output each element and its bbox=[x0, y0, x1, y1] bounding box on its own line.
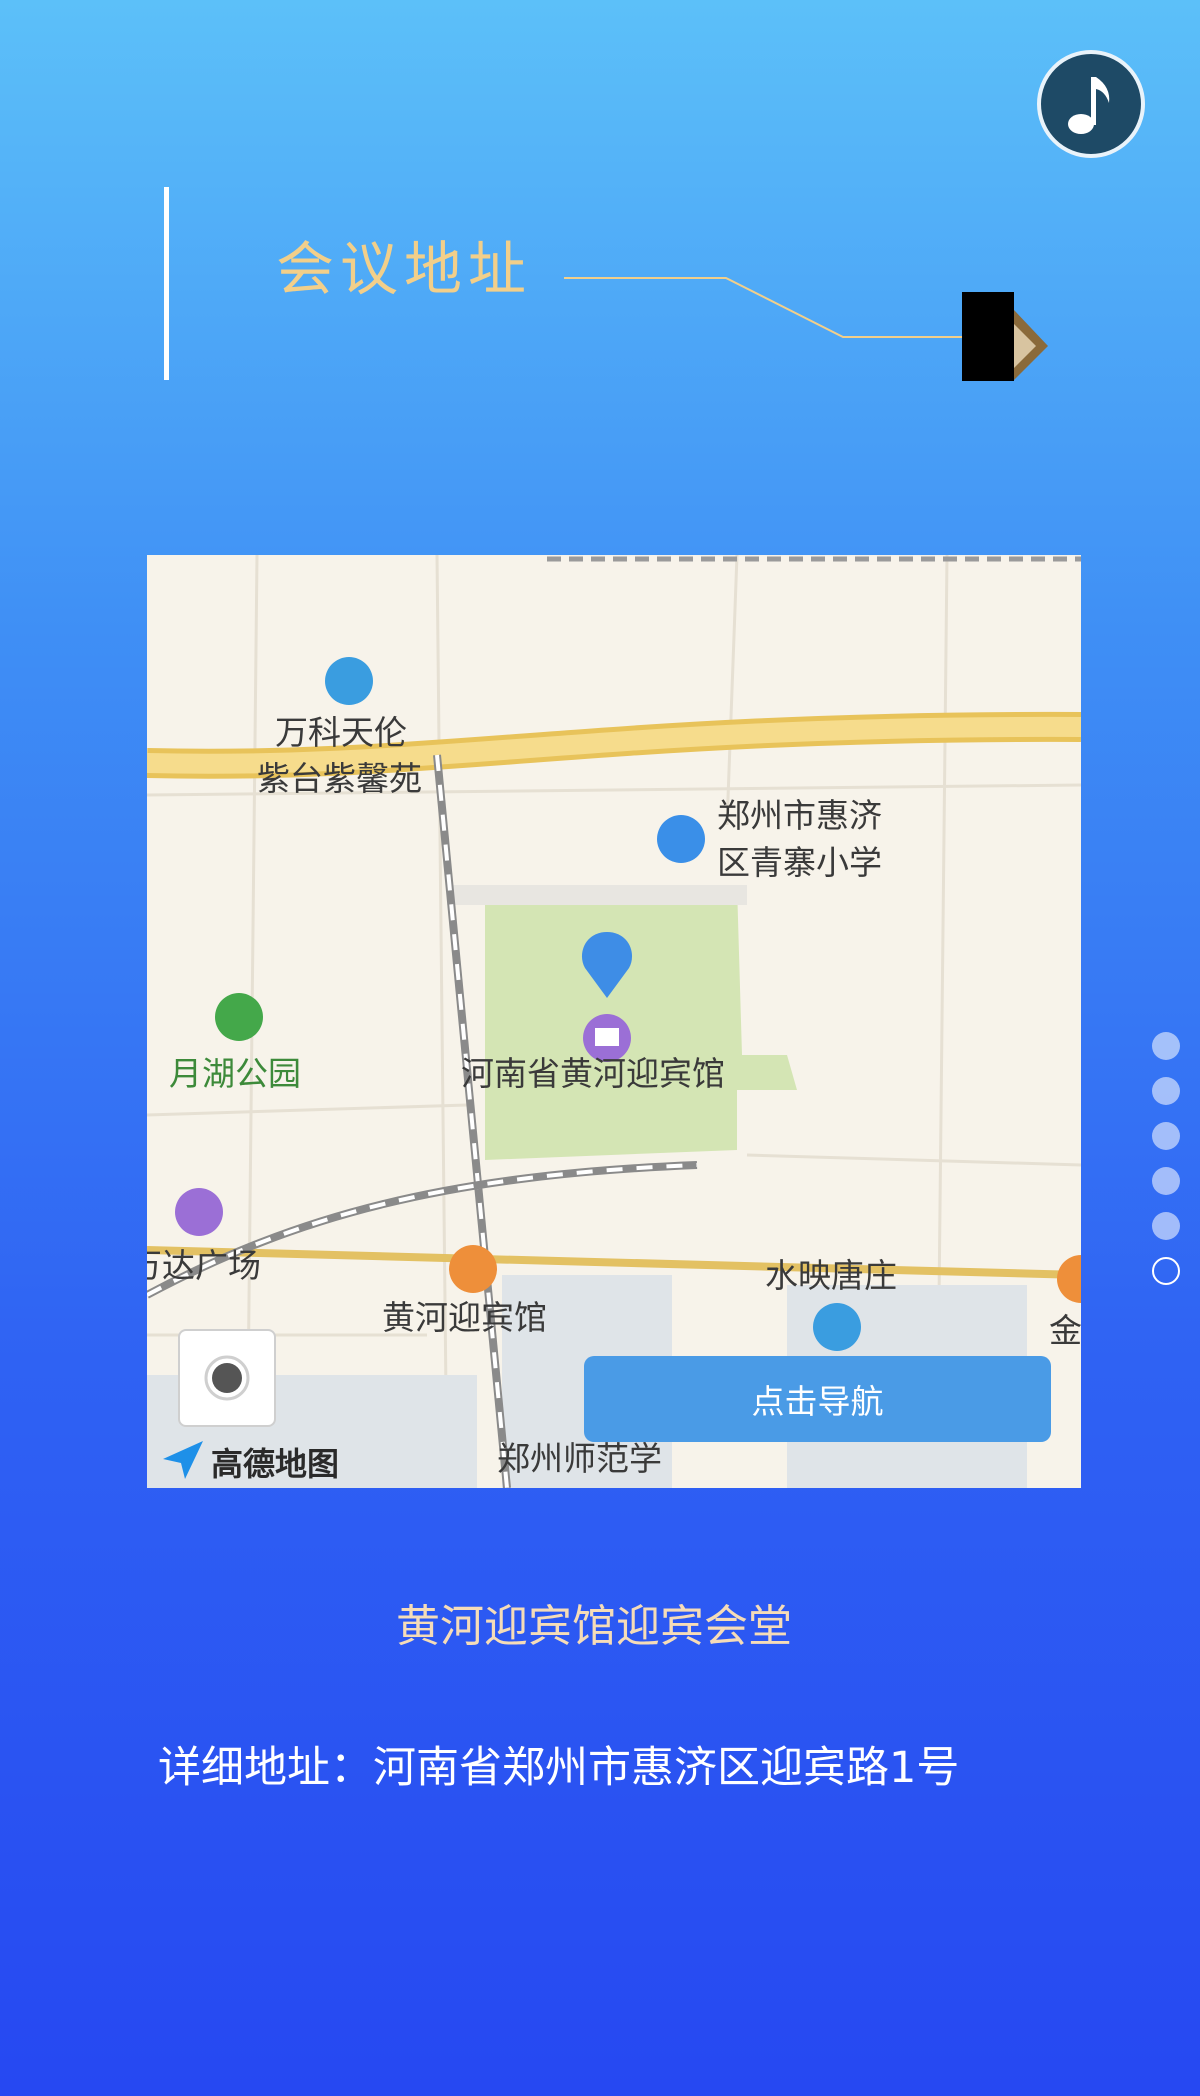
map-label-jin: 金 bbox=[1049, 1311, 1081, 1350]
map-label-hotel-station: 黄河迎宾馆 bbox=[382, 1298, 547, 1337]
locate-icon bbox=[204, 1355, 250, 1401]
map-label-hotel-main: 河南省黄河迎宾馆 bbox=[461, 1054, 725, 1093]
map-label-school-line2: 区青寨小学 bbox=[717, 843, 882, 882]
venue-address: 详细地址：河南省郑州市惠济区迎宾路1号 bbox=[158, 1743, 960, 1793]
shopping-poi-icon bbox=[175, 1188, 223, 1236]
map-view[interactable]: 万科天伦 紫台紫馨苑 郑州市惠济 区青寨小学 月湖公园 河南省黄河迎宾馆 万达广… bbox=[147, 555, 1081, 1488]
arrow-decoration-icon bbox=[1014, 310, 1048, 380]
page-dot-1[interactable] bbox=[1152, 1032, 1180, 1060]
subway-station-icon bbox=[449, 1245, 497, 1293]
map-label-wanda: 万达广场 bbox=[147, 1246, 261, 1285]
building-poi-icon-2 bbox=[813, 1303, 861, 1351]
page-dot-2[interactable] bbox=[1152, 1077, 1180, 1105]
map-label-school-line1: 郑州市惠济 bbox=[717, 796, 882, 835]
page-dot-5[interactable] bbox=[1152, 1212, 1180, 1240]
music-note-icon bbox=[1068, 77, 1110, 134]
building-poi-icon bbox=[325, 657, 373, 705]
map-label-park: 月湖公园 bbox=[169, 1054, 301, 1093]
venue-name: 黄河迎宾馆迎宾会堂 bbox=[396, 1601, 792, 1652]
school-poi-icon bbox=[657, 815, 705, 863]
page-dot-3[interactable] bbox=[1152, 1122, 1180, 1150]
title-accent-bar bbox=[164, 187, 169, 380]
location-pin-icon bbox=[581, 932, 633, 1062]
park-poi-icon bbox=[215, 993, 263, 1041]
decoration-block bbox=[962, 292, 1014, 381]
map-label-shuiying: 水映唐庄 bbox=[765, 1256, 897, 1295]
amap-logo: 高德地图 bbox=[211, 1445, 340, 1483]
page-dot-4[interactable] bbox=[1152, 1167, 1180, 1195]
map-label-zitai: 紫台紫馨苑 bbox=[257, 759, 422, 798]
title-decoration-line bbox=[564, 277, 1000, 338]
navigation-arrow-icon bbox=[163, 1441, 203, 1479]
map-label-normal-univ: 郑州师范学 bbox=[497, 1439, 662, 1478]
navigate-button[interactable]: 点击导航 bbox=[584, 1356, 1051, 1442]
map-label-wanke: 万科天伦 bbox=[275, 713, 407, 752]
locate-button[interactable] bbox=[178, 1329, 276, 1427]
music-toggle-button[interactable] bbox=[1037, 50, 1145, 158]
page-indicator bbox=[1152, 1032, 1182, 1302]
page-dot-6-active[interactable] bbox=[1152, 1257, 1180, 1285]
page-title: 会议地址 bbox=[276, 235, 533, 303]
